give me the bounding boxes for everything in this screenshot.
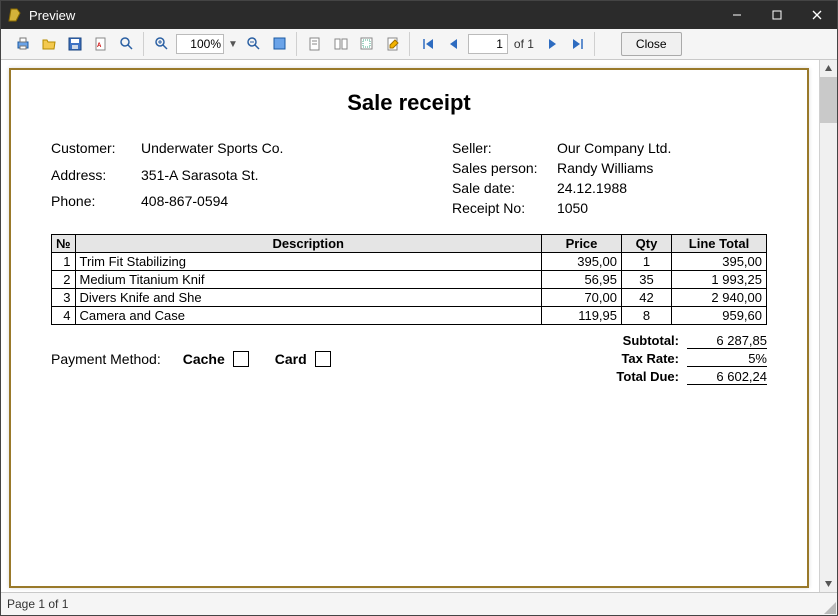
last-page-icon[interactable]: [566, 32, 590, 56]
statusbar: Page 1 of 1: [1, 592, 837, 615]
col-desc: Description: [75, 235, 542, 253]
page-number-input[interactable]: [468, 34, 508, 54]
export-pdf-icon[interactable]: A: [89, 32, 113, 56]
saledate-value: 24.12.1988: [557, 180, 671, 196]
print-icon[interactable]: [11, 32, 35, 56]
preview-area: Sale receipt Customer: Underwater Sports…: [1, 60, 819, 592]
pay-opt-card: Card: [275, 351, 307, 367]
table-row: 3Divers Knife and She70,00422 940,00: [52, 289, 767, 307]
totals: Subtotal: 6 287,85 Tax Rate: 5% Total Du…: [616, 333, 767, 385]
close-button[interactable]: Close: [621, 32, 682, 56]
fullscreen-icon[interactable]: [268, 32, 292, 56]
cell-total: 1 993,25: [672, 271, 767, 289]
cell-qty: 35: [622, 271, 672, 289]
scroll-up-icon[interactable]: [820, 60, 837, 77]
cell-price: 119,95: [542, 307, 622, 325]
cell-total: 959,60: [672, 307, 767, 325]
salesperson-value: Randy Williams: [557, 160, 671, 176]
col-qty: Qty: [622, 235, 672, 253]
address-label: Address:: [51, 167, 131, 190]
phone-label: Phone:: [51, 193, 131, 216]
customer-label: Customer:: [51, 140, 131, 163]
subtotal-label: Subtotal:: [616, 333, 679, 349]
cell-qty: 1: [622, 253, 672, 271]
zoom-out-icon[interactable]: [242, 32, 266, 56]
page-settings-icon[interactable]: [303, 32, 327, 56]
zoom-dropdown-icon[interactable]: ▼: [226, 39, 240, 50]
seller-label: Seller:: [452, 140, 547, 156]
table-row: 4Camera and Case119,958959,60: [52, 307, 767, 325]
cell-desc: Medium Titanium Knif: [75, 271, 542, 289]
taxrate-value: 5%: [687, 351, 767, 367]
first-page-icon[interactable]: [416, 32, 440, 56]
next-page-icon[interactable]: [540, 32, 564, 56]
zoom-in-icon[interactable]: [150, 32, 174, 56]
prev-page-icon[interactable]: [442, 32, 466, 56]
margins-icon[interactable]: [355, 32, 379, 56]
svg-text:A: A: [97, 43, 102, 49]
seller-value: Our Company Ltd.: [557, 140, 671, 156]
col-price: Price: [542, 235, 622, 253]
resize-grip-icon[interactable]: [824, 602, 836, 614]
totaldue-value: 6 602,24: [687, 369, 767, 385]
table-row: 2Medium Titanium Knif56,95351 993,25: [52, 271, 767, 289]
window-title: Preview: [29, 8, 717, 23]
cell-qty: 42: [622, 289, 672, 307]
maximize-button[interactable]: [757, 1, 797, 29]
pay-opt-cache: Cache: [183, 351, 225, 367]
cell-desc: Divers Knife and She: [75, 289, 542, 307]
zoom-combo[interactable]: [176, 34, 224, 54]
scroll-thumb[interactable]: [820, 77, 837, 123]
close-window-button[interactable]: [797, 1, 837, 29]
report-title: Sale receipt: [51, 90, 767, 116]
cell-desc: Camera and Case: [75, 307, 542, 325]
page-of-label: of 1: [510, 37, 538, 51]
customer-value: Underwater Sports Co.: [141, 140, 452, 163]
salesperson-label: Sales person:: [452, 160, 547, 176]
cell-price: 56,95: [542, 271, 622, 289]
find-icon[interactable]: [115, 32, 139, 56]
cell-idx: 2: [52, 271, 76, 289]
saledate-label: Sale date:: [452, 180, 547, 196]
preview-window: Preview A: [0, 0, 838, 616]
payment-method: Payment Method: Cache Card: [51, 333, 331, 385]
pay-checkbox-cache: [233, 351, 249, 367]
status-text: Page 1 of 1: [7, 597, 68, 611]
cell-idx: 4: [52, 307, 76, 325]
cell-idx: 3: [52, 289, 76, 307]
receiptno-value: 1050: [557, 200, 671, 216]
edit-page-icon[interactable]: [381, 32, 405, 56]
scroll-down-icon[interactable]: [820, 575, 837, 592]
cell-price: 395,00: [542, 253, 622, 271]
payment-method-label: Payment Method:: [51, 351, 161, 367]
toolbar: A ▼: [1, 29, 837, 60]
cell-price: 70,00: [542, 289, 622, 307]
address-value: 351-A Sarasota St.: [141, 167, 452, 190]
open-icon[interactable]: [37, 32, 61, 56]
receiptno-label: Receipt No:: [452, 200, 547, 216]
cell-total: 2 940,00: [672, 289, 767, 307]
subtotal-value: 6 287,85: [687, 333, 767, 349]
phone-value: 408-867-0594: [141, 193, 452, 216]
app-icon: [7, 7, 23, 23]
table-row: 1Trim Fit Stabilizing395,001395,00: [52, 253, 767, 271]
report-page: Sale receipt Customer: Underwater Sports…: [9, 68, 809, 588]
two-page-icon[interactable]: [329, 32, 353, 56]
col-total: Line Total: [672, 235, 767, 253]
cell-idx: 1: [52, 253, 76, 271]
vertical-scrollbar[interactable]: [819, 60, 837, 592]
totaldue-label: Total Due:: [616, 369, 679, 385]
col-idx: №: [52, 235, 76, 253]
cell-total: 395,00: [672, 253, 767, 271]
minimize-button[interactable]: [717, 1, 757, 29]
pay-checkbox-card: [315, 351, 331, 367]
titlebar: Preview: [1, 1, 837, 29]
save-icon[interactable]: [63, 32, 87, 56]
cell-qty: 8: [622, 307, 672, 325]
items-table: № Description Price Qty Line Total 1Trim…: [51, 234, 767, 325]
cell-desc: Trim Fit Stabilizing: [75, 253, 542, 271]
taxrate-label: Tax Rate:: [616, 351, 679, 367]
